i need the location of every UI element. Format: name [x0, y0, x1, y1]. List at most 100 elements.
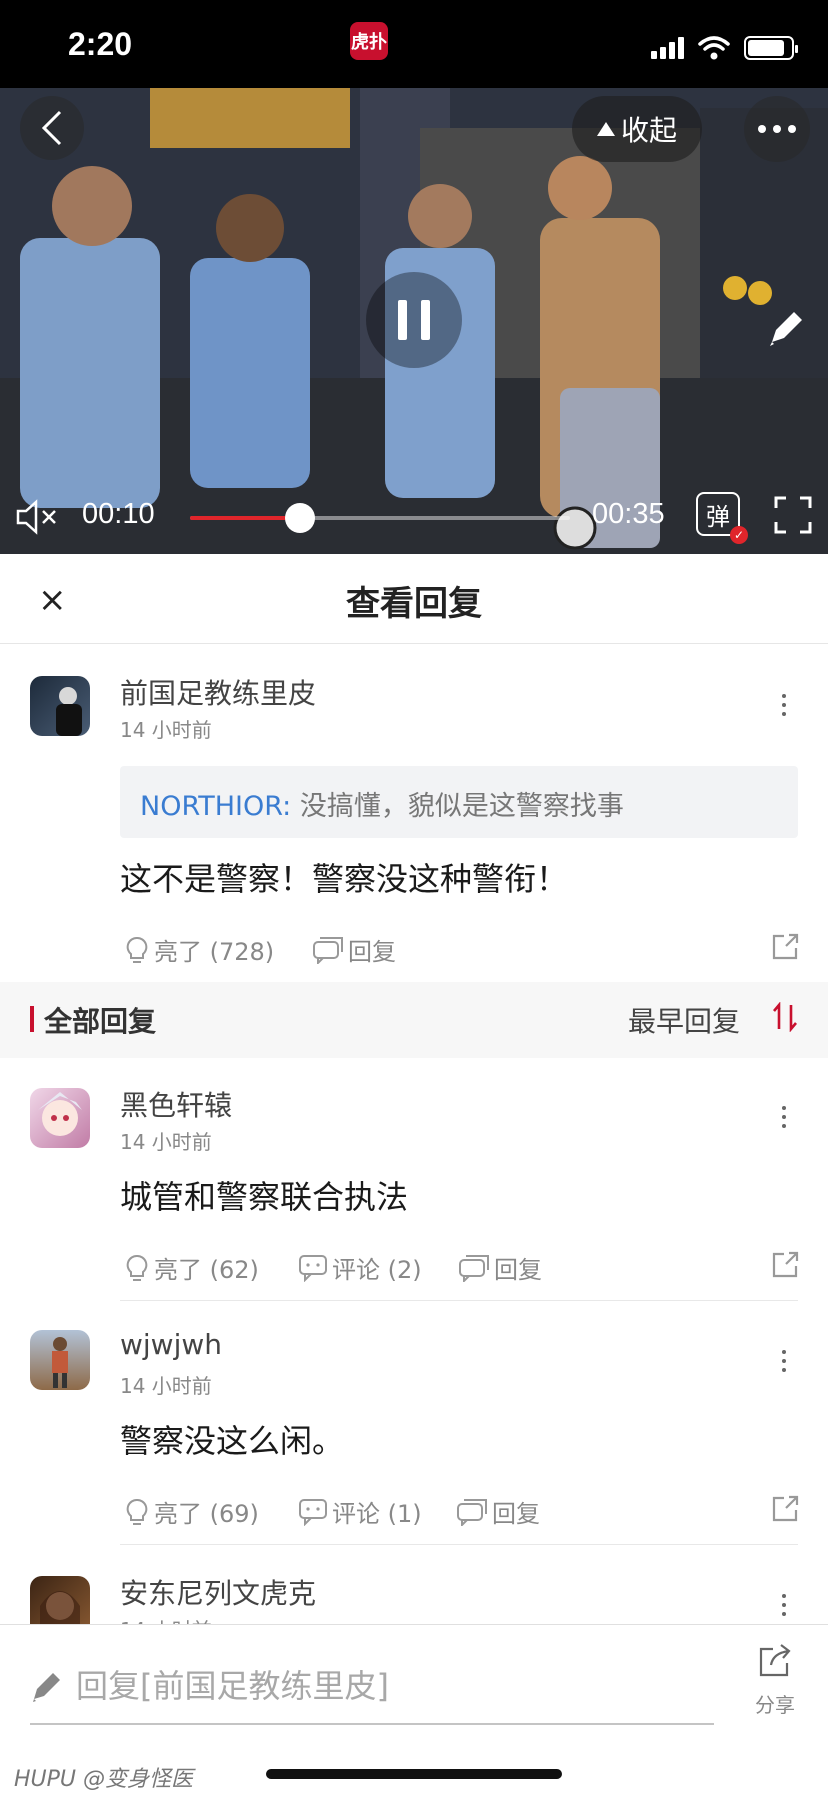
fullscreen-icon	[774, 496, 812, 534]
video-player[interactable]: 收起 00:10 00:35 弹 ✓	[0, 88, 828, 554]
lightbulb-icon	[126, 936, 148, 963]
status-bar: 2:20 虎扑	[0, 0, 828, 88]
comment-text: 警察没这么闲。	[120, 1422, 345, 1460]
wifi-icon	[698, 36, 730, 60]
speaker-muted-icon	[16, 499, 56, 535]
light-count: 亮了 (69)	[154, 1500, 259, 1528]
chevron-left-icon	[41, 110, 62, 146]
app-badge-text: 虎扑	[351, 32, 387, 53]
light-button[interactable]: 亮了 (62)	[124, 1250, 259, 1285]
timestamp: 14 小时前	[120, 1614, 212, 1624]
avatar-image	[38, 1092, 82, 1136]
reply-bubble-icon	[459, 1254, 489, 1282]
lightbulb-icon	[126, 1254, 148, 1281]
reply-button[interactable]: 回复	[456, 1494, 540, 1529]
username[interactable]: 安东尼列文虎克	[120, 1572, 316, 1612]
avatar[interactable]	[30, 1088, 90, 1148]
share-icon	[759, 1644, 791, 1677]
comment-text: 城管和警察联合执法	[120, 1178, 409, 1216]
username[interactable]: wjwjwh	[120, 1328, 222, 1361]
pencil-icon	[770, 312, 802, 346]
status-icons	[651, 36, 798, 60]
avatar[interactable]	[30, 1330, 90, 1390]
pause-button[interactable]	[366, 272, 462, 368]
more-dots-icon	[758, 125, 796, 133]
kebab-menu-icon[interactable]	[782, 1594, 788, 1616]
check-badge-icon: ✓	[730, 526, 748, 544]
light-count: 亮了 (62)	[154, 1256, 259, 1284]
battery-icon	[744, 36, 798, 60]
all-replies-bar: 全部回复 最早回复	[0, 982, 828, 1058]
light-button[interactable]: 亮了 (728)	[124, 932, 274, 967]
danmaku-label: 弹	[706, 502, 730, 531]
comment-button[interactable]: 评论 (1)	[298, 1494, 422, 1529]
back-button[interactable]	[20, 96, 84, 160]
avatar-image	[52, 1337, 68, 1388]
section-marker	[30, 1006, 34, 1032]
lightbulb-icon	[126, 1498, 148, 1525]
kebab-menu-icon[interactable]	[782, 694, 788, 716]
comment-text: 这不是警察！警察没这种警衔！	[120, 860, 569, 898]
status-time: 2:20	[68, 26, 133, 62]
avatar[interactable]	[30, 1576, 90, 1624]
all-replies-label: 全部回复	[44, 1005, 157, 1038]
list-item: 安东尼列文虎克 14 小时前	[0, 1560, 828, 1624]
comment-bubble-icon	[299, 1498, 327, 1526]
progress-fill	[190, 516, 301, 520]
page-title: 查看回复	[346, 584, 482, 624]
timestamp: 14 小时前	[120, 718, 212, 742]
cellular-signal-icon	[651, 37, 684, 59]
kebab-menu-icon[interactable]	[782, 1350, 788, 1372]
reply-label: 回复	[494, 1256, 542, 1284]
reply-header: × 查看回复	[0, 554, 828, 644]
reply-input[interactable]	[30, 1649, 714, 1725]
reply-bubble-icon	[313, 936, 343, 964]
sort-arrows-icon[interactable]	[772, 1001, 798, 1036]
bottom-bar: 分享 HUPU @变身怪医	[0, 1624, 828, 1792]
light-count: 亮了 (728)	[154, 938, 275, 966]
avatar-image	[56, 687, 82, 736]
share-label: 分享	[755, 1693, 795, 1717]
timestamp: 14 小时前	[120, 1374, 212, 1398]
avatar-image	[40, 1591, 80, 1624]
reply-label: 回复	[348, 938, 396, 966]
quoted-username[interactable]: NORTHIOR:	[140, 791, 291, 822]
kebab-menu-icon[interactable]	[782, 1106, 788, 1128]
home-indicator	[266, 1769, 562, 1779]
collapse-button[interactable]: 收起	[572, 96, 702, 162]
quoted-comment: NORTHIOR: 没搞懂，貌似是这警察找事	[120, 766, 798, 838]
collapse-label: 收起	[620, 114, 677, 147]
current-time: 00:10	[82, 498, 155, 530]
quoted-text: 没搞懂，貌似是这警察找事	[299, 791, 624, 822]
fullscreen-button[interactable]	[774, 496, 812, 538]
watermark: HUPU @变身怪医	[14, 1767, 194, 1792]
comment-bubble-icon	[299, 1254, 327, 1282]
share-icon[interactable]	[770, 932, 800, 966]
share-icon[interactable]	[770, 1250, 800, 1284]
progress-bar[interactable]	[190, 503, 570, 533]
mute-button[interactable]	[16, 498, 58, 540]
comment-count: 评论 (1)	[332, 1500, 422, 1528]
avatar[interactable]	[30, 676, 90, 736]
divider	[120, 1300, 798, 1301]
reply-button[interactable]: 回复	[312, 932, 396, 967]
danmaku-toggle[interactable]: 弹 ✓	[696, 492, 748, 544]
comment-button[interactable]: 评论 (2)	[298, 1250, 422, 1285]
edit-danmaku-button[interactable]	[758, 300, 814, 356]
reply-bubble-icon	[457, 1498, 487, 1526]
timestamp: 14 小时前	[120, 1130, 212, 1154]
share-icon[interactable]	[770, 1494, 800, 1528]
username[interactable]: 黑色轩辕	[120, 1084, 232, 1124]
username[interactable]: 前国足教练里皮	[120, 672, 316, 712]
pause-icon	[398, 300, 430, 340]
progress-knob[interactable]	[285, 503, 316, 533]
reply-button[interactable]: 回复	[458, 1250, 542, 1285]
share-button[interactable]: 分享	[740, 1643, 810, 1718]
light-button[interactable]: 亮了 (69)	[124, 1494, 259, 1529]
sort-button[interactable]: 最早回复	[628, 1000, 740, 1040]
hupu-app-icon: 虎扑	[350, 22, 388, 60]
reply-label: 回复	[492, 1500, 540, 1528]
duration: 00:35	[592, 498, 665, 530]
more-options-button[interactable]	[744, 96, 810, 162]
triangle-up-icon	[596, 122, 615, 136]
